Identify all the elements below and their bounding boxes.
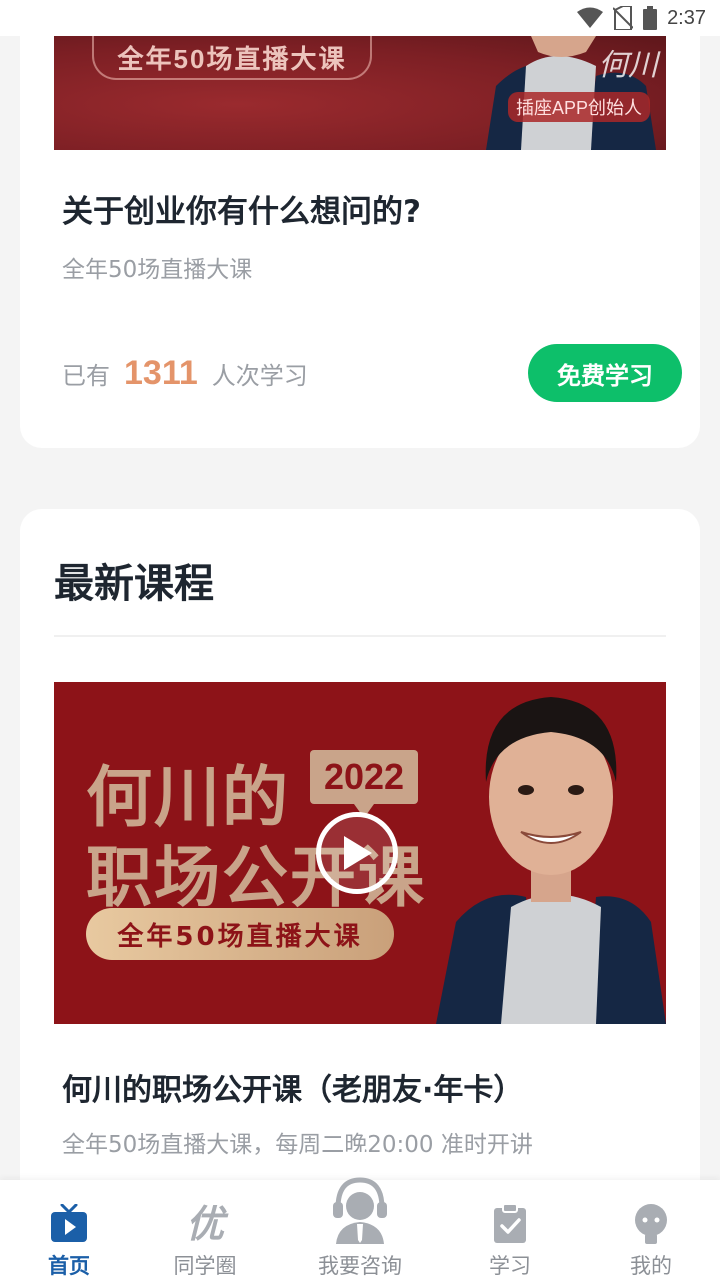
learner-count-prefix: 已有 xyxy=(62,362,110,390)
nav-label-profile: 我的 xyxy=(630,1254,672,1278)
course-title[interactable]: 关于创业你有什么想问的? xyxy=(62,186,421,231)
nav-label-classmates: 同学圈 xyxy=(173,1254,237,1278)
banner-year-badge: 2022 xyxy=(310,750,418,818)
headset-consultant-icon xyxy=(333,1177,387,1244)
clipboard-check-icon xyxy=(494,1204,526,1243)
nav-item-study[interactable]: 学习 xyxy=(455,1180,565,1280)
learner-count: 已有 1311 人次学习 xyxy=(62,354,308,393)
featured-course-banner[interactable]: 全年50场直播大课 何川 插座APP创始人 xyxy=(54,36,666,150)
banner-pill: 全年50场直播大课 xyxy=(92,36,372,80)
featured-course-card[interactable]: 全年50场直播大课 何川 插座APP创始人 关于创业你有什么想问的? 全年50场… xyxy=(20,0,700,448)
nav-label-home: 首页 xyxy=(48,1254,90,1278)
nav-label-consult: 我要咨询 xyxy=(318,1254,402,1278)
tv-play-icon xyxy=(51,1204,87,1242)
nav-item-home[interactable]: 首页 xyxy=(14,1180,124,1280)
no-sim-icon xyxy=(613,6,634,30)
founder-tag: 插座APP创始人 xyxy=(507,92,650,122)
status-bar: 2:37 xyxy=(0,0,720,36)
course-title[interactable]: 何川的职场公开课（老朋友·年卡） xyxy=(62,1065,523,1109)
latest-courses-card: 最新课程 何川的 2022 职场公开课 全年50场直播大课 何川的职场公开课（老… xyxy=(20,509,700,1209)
nav-item-classmates[interactable]: 优 同学圈 xyxy=(150,1180,260,1280)
course-subtitle: 全年50场直播大课 xyxy=(62,257,253,283)
banner-pill: 全年50场直播大课 xyxy=(86,908,394,960)
section-title: 最新课程 xyxy=(54,561,214,607)
play-icon xyxy=(344,836,372,870)
learner-count-value: 1311 xyxy=(124,354,198,392)
nav-item-consult[interactable]: 我要咨询 xyxy=(305,1177,415,1280)
wifi-icon xyxy=(577,7,604,28)
course-video-banner[interactable]: 何川的 2022 职场公开课 全年50场直播大课 xyxy=(54,682,666,1024)
nav-label-study: 学习 xyxy=(489,1254,531,1278)
battery-icon xyxy=(643,6,658,30)
signature: 何川 xyxy=(598,48,658,83)
status-time: 2:37 xyxy=(667,6,706,29)
profile-robot-icon xyxy=(635,1204,667,1244)
status-icons: 2:37 xyxy=(577,6,706,30)
free-learn-button[interactable]: 免费学习 xyxy=(528,344,682,402)
you-char-icon: 优 xyxy=(185,1201,224,1246)
course-subtitle: 全年50场直播大课，每周二晚20:00 准时开讲 xyxy=(62,1132,533,1158)
bottom-nav: 首页 优 同学圈 我要咨询 学习 我的 xyxy=(0,1177,720,1280)
divider xyxy=(54,635,666,637)
nav-item-profile[interactable]: 我的 xyxy=(596,1180,706,1280)
play-button[interactable] xyxy=(316,812,398,894)
learner-count-suffix: 人次学习 xyxy=(211,362,308,390)
instructor-photo xyxy=(436,697,666,1024)
